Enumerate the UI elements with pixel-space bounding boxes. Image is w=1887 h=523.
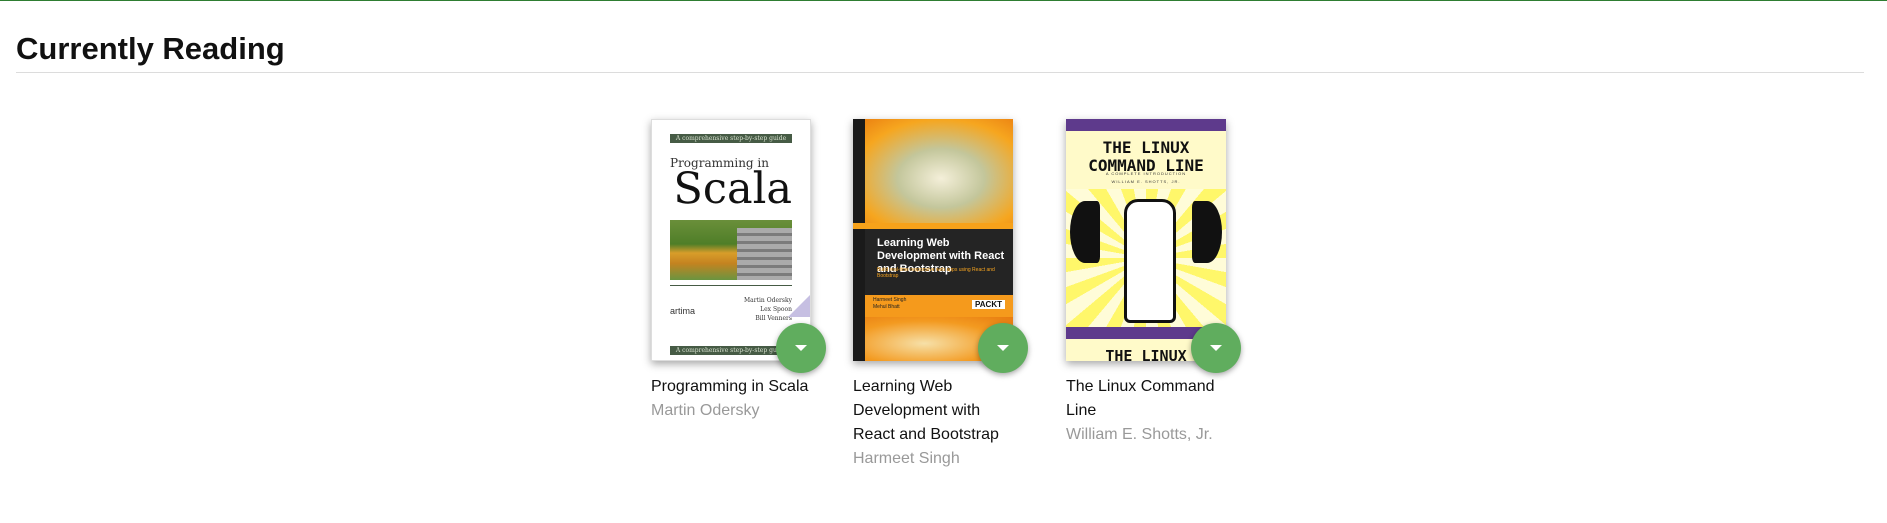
cover-publisher: artima (670, 306, 696, 316)
book-card: THE LINUX COMMAND LINE A COMPLETE INTROD… (1066, 119, 1241, 447)
book-author: William E. Shotts, Jr. (1066, 426, 1213, 443)
cover-publisher: PACKT (972, 300, 1005, 309)
cover-rule (670, 285, 792, 286)
cover-photo (670, 220, 792, 280)
book-cover-image: THE LINUX COMMAND LINE A COMPLETE INTROD… (1066, 119, 1226, 361)
robot-figure (1124, 199, 1176, 323)
book-author: Harmeet Singh (853, 450, 960, 467)
cover-art (853, 119, 1013, 361)
shelf-change-button[interactable] (1191, 323, 1241, 373)
book-cover-container: Learning Web Development with React and … (853, 119, 1028, 373)
cover-subtitle: Build real-time responsive web apps usin… (877, 267, 995, 279)
book-cover-container: THE LINUX COMMAND LINE A COMPLETE INTROD… (1066, 119, 1241, 373)
book-title: Learning Web Development with React and … (853, 378, 999, 443)
book-title: Programming in Scala (651, 378, 809, 395)
shelf-change-button[interactable] (776, 323, 826, 373)
cover-subtitle: A COMPLETE INTRODUCTION (1105, 171, 1187, 176)
bookshelf: Currently Reading (16, 1, 1864, 73)
book-title: The Linux Command Line (1066, 378, 1215, 419)
cover-page-curl (788, 295, 810, 317)
book-author: Martin Odersky (651, 402, 760, 419)
cover-author: WILLIAM E. SHOTTS, JR. (1111, 179, 1181, 184)
book-cover-container: A comprehensive step-by-step guide Progr… (651, 119, 826, 373)
cover-band: A comprehensive step-by-step guide (670, 134, 792, 143)
cover-authors: Martin Odersky Lex Spoon Bill Venners (744, 297, 792, 322)
cover-authors: Harmeet Singh Mehul Bhatt (873, 297, 907, 310)
cover-main-title: THE LINUX COMMAND LINE (1088, 138, 1204, 175)
shelf-change-button[interactable] (978, 323, 1028, 373)
book-card: A comprehensive step-by-step guide Progr… (651, 119, 826, 423)
cover-illustration (1066, 189, 1226, 327)
cover-band-bottom: A comprehensive step-by-step guide (670, 346, 792, 355)
cover-title-panel: Learning Web Development with React and … (865, 229, 1013, 295)
shelf-title: Currently Reading (16, 1, 1864, 73)
book-cover-image: A comprehensive step-by-step guide Progr… (651, 119, 811, 361)
book-card: Learning Web Development with React and … (853, 119, 1028, 471)
robot-shield-left (1070, 201, 1100, 263)
robot-shield-right (1192, 201, 1222, 263)
books-grid: A comprehensive step-by-step guide Progr… (0, 119, 1887, 499)
cover-top-band (1066, 119, 1226, 131)
cover-main-title: Scala (673, 164, 792, 214)
book-cover-image: Learning Web Development with React and … (853, 119, 1013, 361)
cover-author-panel: Harmeet Singh Mehul Bhatt PACKT (865, 295, 1013, 317)
